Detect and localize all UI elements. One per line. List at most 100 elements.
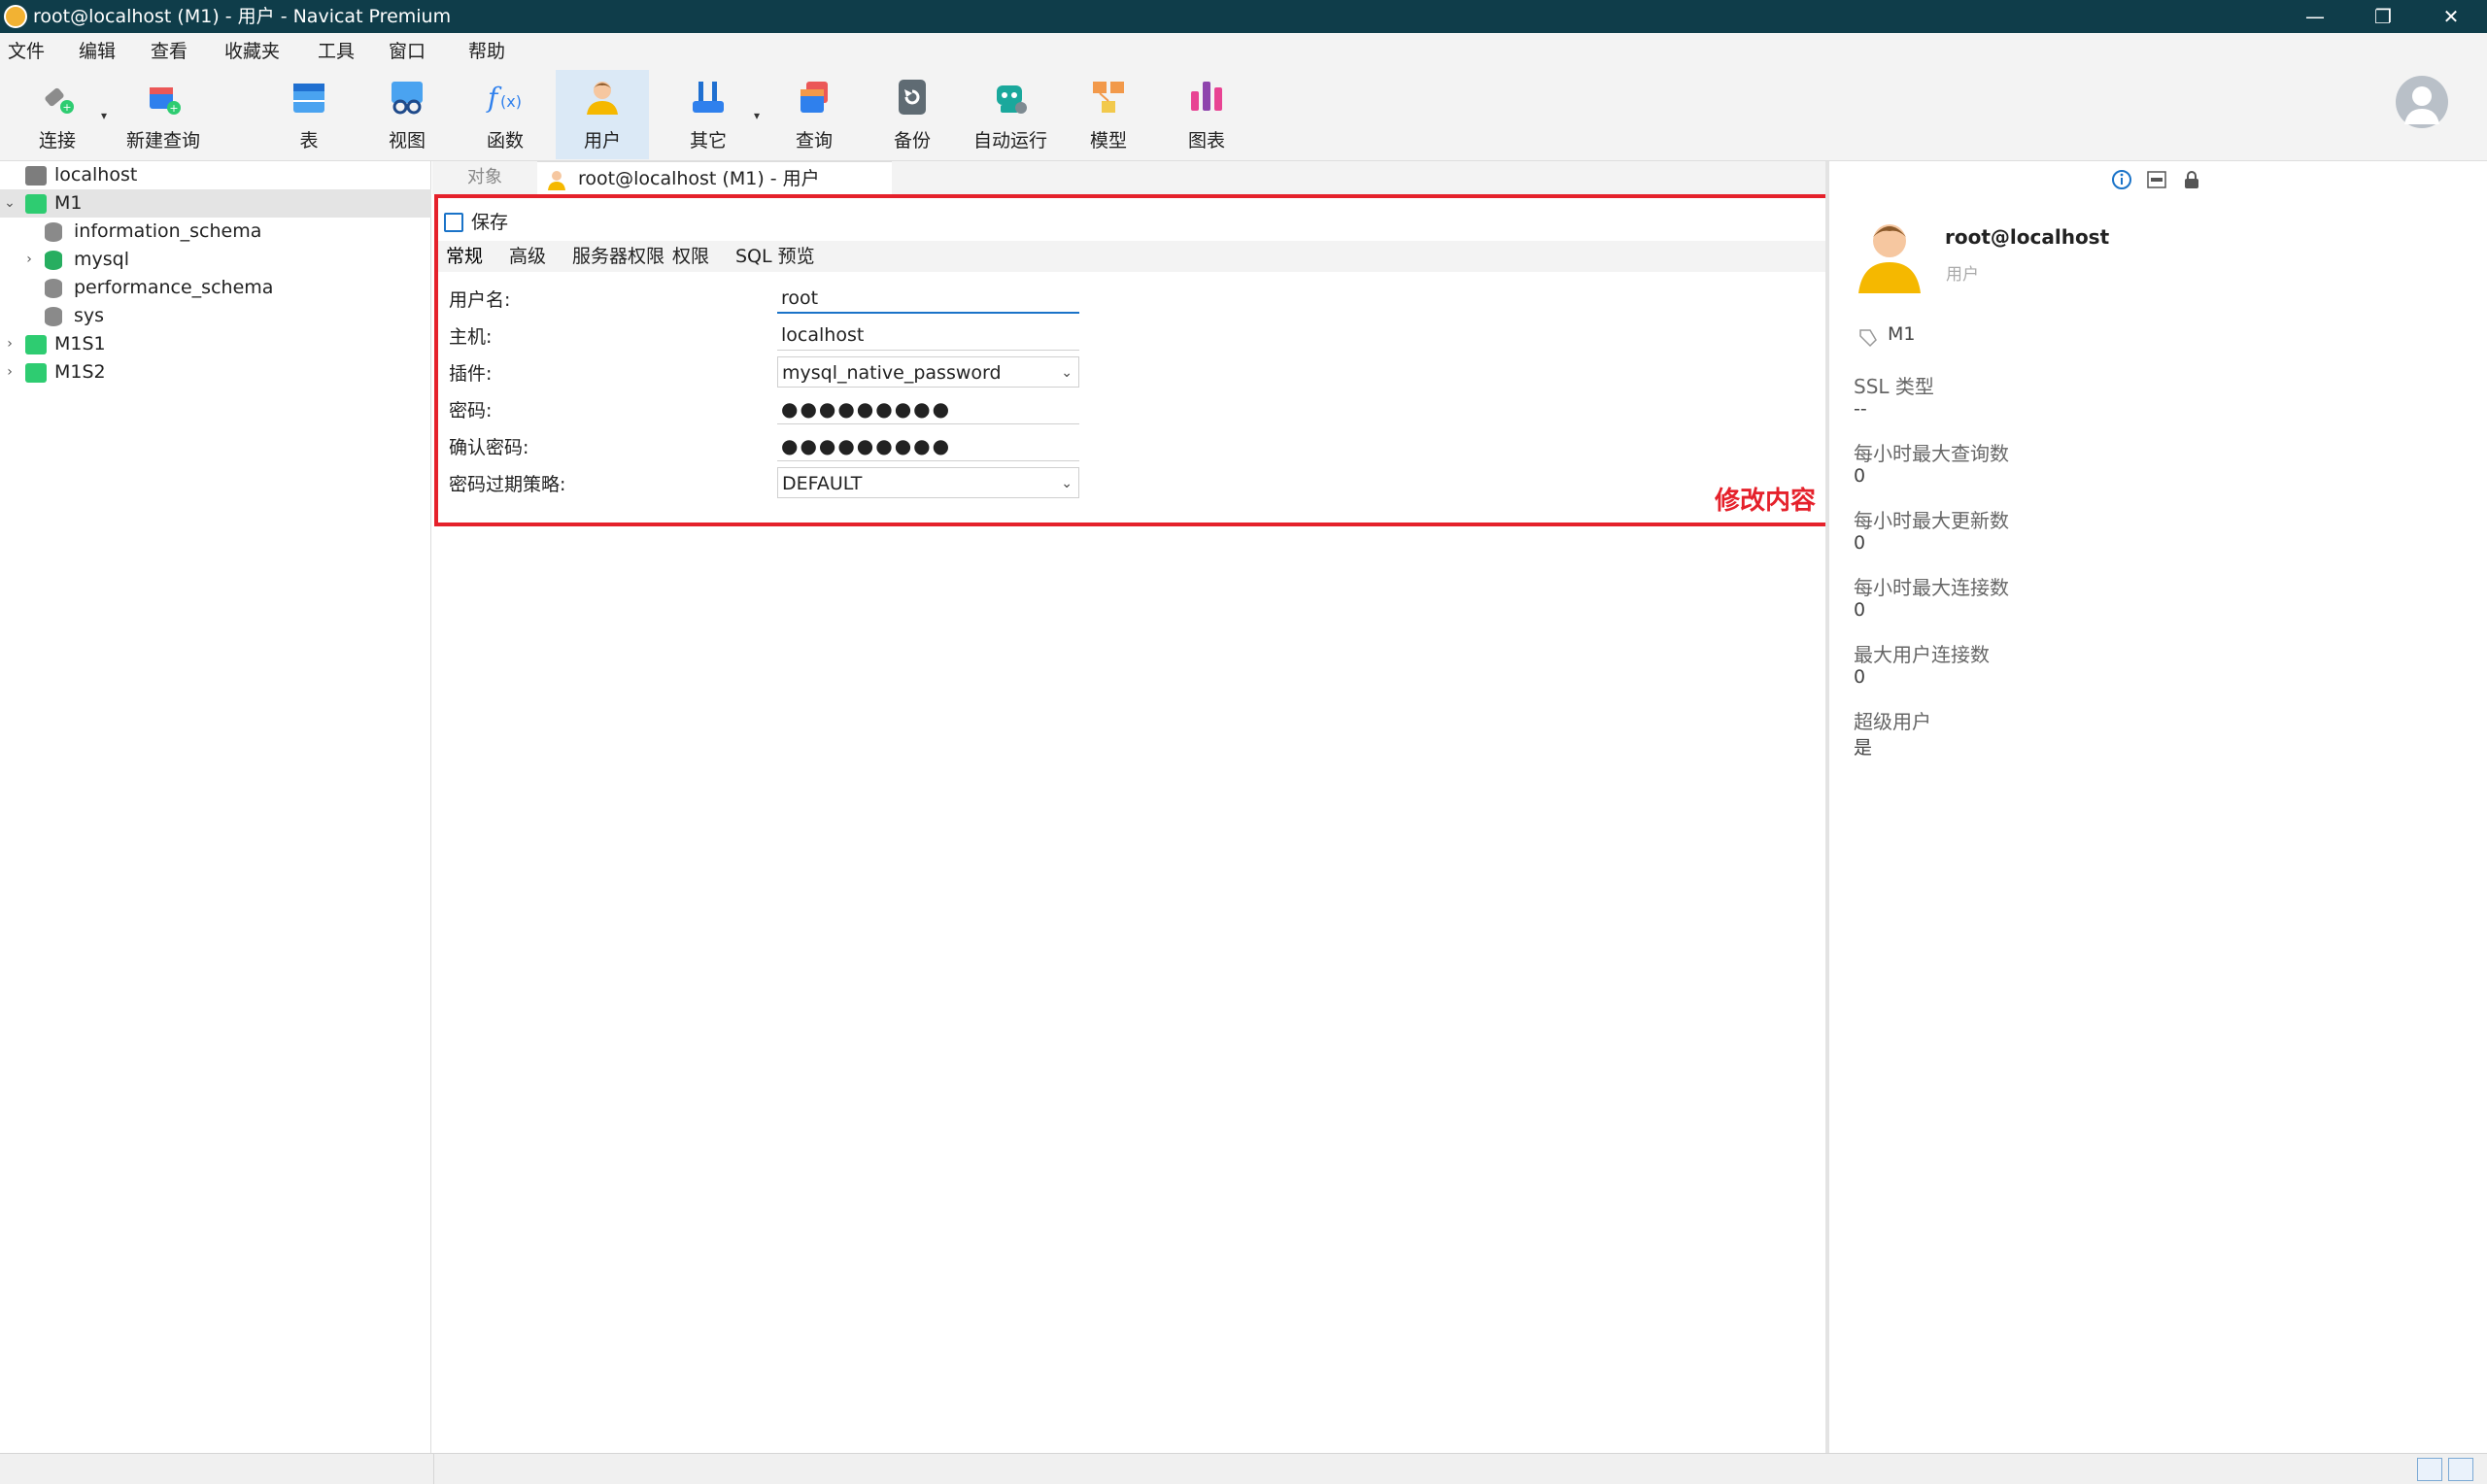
title-bar: root@localhost (M1) - 用户 - Navicat Premi…: [0, 0, 2487, 33]
chart-button[interactable]: 图表: [1160, 70, 1253, 159]
tab-label: root@localhost (M1) - 用户: [578, 168, 820, 189]
automation-button[interactable]: 自动运行: [964, 70, 1057, 159]
toggle-left-pane-icon[interactable]: [2417, 1458, 2442, 1481]
restore-button[interactable]: ❐: [2349, 0, 2417, 33]
prop-key: 最大用户连接数: [1854, 643, 1990, 666]
tree-item-label: sys: [74, 305, 105, 326]
menu-edit[interactable]: 编辑: [79, 33, 116, 70]
model-button[interactable]: 模型: [1062, 70, 1155, 159]
view-label: 视图: [388, 130, 426, 152]
status-divider: [433, 1454, 434, 1484]
chart-label: 图表: [1187, 130, 1225, 152]
svg-text:(x): (x): [500, 92, 522, 111]
chevron-right-icon[interactable]: ›: [2, 358, 17, 387]
table-button[interactable]: 表: [262, 70, 356, 159]
connect-button[interactable]: + 连接: [11, 70, 104, 159]
model-icon: [1093, 82, 1124, 113]
document-tabs: 对象 root@localhost (M1) - 用户: [432, 161, 1825, 194]
prop-value: 是: [1854, 737, 1873, 759]
account-avatar[interactable]: [2396, 76, 2448, 128]
tree-item-label: M1S2: [54, 361, 106, 383]
backup-icon: [899, 80, 926, 115]
tree-item-information-schema[interactable]: information_schema: [0, 218, 431, 246]
highlight-box: [434, 194, 1829, 526]
tab-user-editor[interactable]: root@localhost (M1) - 用户: [537, 161, 892, 194]
view-button[interactable]: 视图: [360, 70, 454, 159]
model-label: 模型: [1089, 130, 1127, 152]
person-icon: [2404, 86, 2439, 124]
database-icon: [45, 251, 62, 270]
connect-dropdown-icon[interactable]: ▾: [101, 109, 107, 122]
menu-tools[interactable]: 工具: [318, 33, 355, 70]
ddl-icon[interactable]: [2146, 169, 2167, 190]
toolbar: + 连接 ▾ + 新建查询 表 视图 f (x) 函数 用户 其它 ▾ 查询 备份…: [0, 70, 2487, 161]
tree-item-m1[interactable]: ⌄ M1: [0, 189, 431, 218]
query-button[interactable]: 查询: [767, 70, 861, 159]
menu-favorites[interactable]: 收藏夹: [224, 33, 280, 70]
automation-label: 自动运行: [972, 130, 1047, 152]
user-avatar-icon: [1858, 224, 1921, 293]
function-label: 函数: [486, 130, 524, 152]
user-icon: [587, 82, 618, 115]
mysql-connection-icon: [25, 166, 47, 186]
menu-help[interactable]: 帮助: [468, 33, 505, 70]
database-icon: [45, 222, 62, 242]
tree-item-label: mysql: [74, 249, 129, 270]
query-icon: [801, 82, 828, 113]
menu-window[interactable]: 窗口: [389, 33, 426, 70]
status-bar: [0, 1453, 2487, 1484]
mysql-connection-icon: [25, 363, 47, 383]
view-icon: [392, 82, 423, 115]
user-icon: [548, 171, 565, 190]
menu-view[interactable]: 查看: [151, 33, 187, 70]
chart-icon: [1191, 82, 1222, 111]
others-label: 其它: [689, 130, 727, 152]
others-dropdown-icon[interactable]: ▾: [754, 109, 760, 122]
tree-item-performance-schema[interactable]: performance_schema: [0, 274, 431, 302]
chevron-right-icon[interactable]: ›: [2, 330, 17, 358]
prop-value: --: [1854, 398, 1867, 420]
tree-item-localhost[interactable]: localhost: [0, 161, 431, 189]
tree-item-m1s1[interactable]: › M1S1: [0, 330, 431, 358]
tree-item-sys[interactable]: sys: [0, 302, 431, 330]
connect-label: 连接: [38, 130, 76, 152]
tree-item-label: performance_schema: [74, 277, 274, 298]
function-icon: f (x): [486, 82, 522, 114]
info-icon[interactable]: [2111, 169, 2132, 190]
user-name: root@localhost: [1945, 225, 2110, 249]
database-icon: [45, 307, 62, 326]
plug-icon: +: [45, 87, 74, 114]
minimize-button[interactable]: —: [2281, 0, 2349, 33]
object-type: 用户: [1946, 265, 1979, 285]
tab-objects[interactable]: 对象: [467, 161, 502, 194]
tree-item-label: localhost: [54, 164, 138, 186]
new-query-button[interactable]: + 新建查询: [117, 70, 210, 159]
tree-item-mysql[interactable]: › mysql: [0, 246, 431, 274]
tree-item-label: information_schema: [74, 220, 262, 242]
backup-button[interactable]: 备份: [866, 70, 959, 159]
annotation-label: 修改内容: [1715, 487, 1817, 516]
new-query-icon: +: [150, 87, 181, 115]
connection-icon: [1859, 329, 1877, 348]
table-label: 表: [299, 130, 319, 152]
svg-text:+: +: [62, 101, 71, 114]
prop-key: 每小时最大连接数: [1854, 576, 2009, 599]
robot-icon: [997, 85, 1027, 114]
prop-key: 每小时最大查询数: [1854, 442, 2009, 465]
user-button[interactable]: 用户: [556, 70, 649, 159]
tree-item-m1s2[interactable]: › M1S2: [0, 358, 431, 387]
others-button[interactable]: 其它: [662, 70, 755, 159]
prop-key: 每小时最大更新数: [1854, 509, 2009, 532]
lock-icon[interactable]: [2181, 169, 2202, 190]
tree-item-label: M1S1: [54, 333, 106, 354]
close-button[interactable]: ✕: [2417, 0, 2485, 33]
function-button[interactable]: f (x) 函数: [459, 70, 552, 159]
navicat-logo-icon: [4, 5, 27, 28]
chevron-down-icon[interactable]: ⌄: [2, 189, 17, 218]
chevron-right-icon[interactable]: ›: [21, 246, 37, 274]
menu-file[interactable]: 文件: [8, 33, 45, 70]
tools-icon: [693, 82, 724, 113]
backup-label: 备份: [893, 130, 931, 152]
database-icon: [45, 279, 62, 298]
toggle-right-pane-icon[interactable]: [2448, 1458, 2473, 1481]
